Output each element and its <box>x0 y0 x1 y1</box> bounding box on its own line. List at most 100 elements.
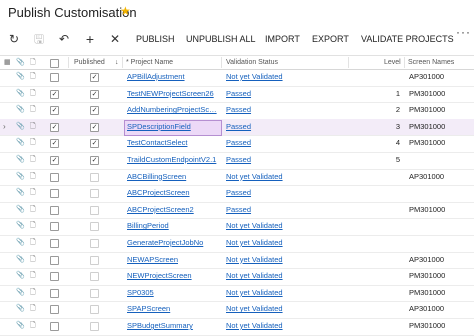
row-select-checkbox[interactable] <box>50 189 59 199</box>
attachment-icon[interactable]: 📎 <box>16 138 25 146</box>
table-row[interactable]: 📎 🗋 ✓ ✓ TestNEWProjectScreen26 Passed 1 PM30100… <box>0 86 474 104</box>
attachment-icon[interactable]: 📎 <box>16 271 25 279</box>
screen-names-column-header[interactable]: Screen Names <box>408 56 454 69</box>
attachment-icon[interactable]: 📎 <box>16 288 25 296</box>
row-select-checkbox[interactable]: ✓ <box>50 139 59 149</box>
project-name-link[interactable]: SPDescriptionField <box>127 119 219 135</box>
validation-status-link[interactable]: Passed <box>226 119 341 135</box>
project-name-link[interactable]: SPBudgetSummary <box>127 318 219 334</box>
level-column-header[interactable]: Level <box>384 56 401 69</box>
validation-status-link[interactable]: Not yet Validated <box>226 268 341 284</box>
validation-status-link[interactable]: Passed <box>226 202 341 218</box>
table-row[interactable]: 📎 🗋 ABCBillingScreen Not yet Validated AP301… <box>0 169 474 187</box>
table-row[interactable]: 📎 🗋 SPBudgetSummary Not yet Validated PM3010… <box>0 318 474 336</box>
table-row[interactable]: 📎 🗋 NEWAPScreen Not yet Validated AP301000 <box>0 252 474 270</box>
project-name-link[interactable]: NEWProjectScreen <box>127 268 219 284</box>
validation-status-link[interactable]: Passed <box>226 86 341 102</box>
notes-icon[interactable]: 🗋 <box>30 89 36 100</box>
validation-status-link[interactable]: Not yet Validated <box>226 252 341 268</box>
project-name-link[interactable]: ABCProjectScreen <box>127 185 219 201</box>
validation-status-link[interactable]: Passed <box>226 185 341 201</box>
row-select-checkbox[interactable] <box>50 288 59 298</box>
notes-icon[interactable]: 🗋 <box>30 105 36 116</box>
table-row[interactable]: 📎 🗋 ✓ ✓ AddNumberingProjectSc… Passed 2 PM30100… <box>0 102 474 120</box>
notes-icon[interactable]: 🗋 <box>30 188 36 199</box>
project-name-link[interactable]: SPAPScreen <box>127 301 219 317</box>
attachment-icon[interactable]: 📎 <box>16 238 25 246</box>
validation-status-link[interactable]: Passed <box>226 102 341 118</box>
validation-status-column-header[interactable]: Validation Status <box>226 56 278 69</box>
project-name-link[interactable]: NEWAPScreen <box>127 252 219 268</box>
table-row[interactable]: 📎 🗋 ABCProjectScreen Passed <box>0 185 474 203</box>
row-select-checkbox[interactable]: ✓ <box>50 106 59 116</box>
validate-projects-button[interactable]: VALIDATE PROJECTS <box>361 28 454 50</box>
attachment-icon[interactable]: 📎 <box>16 304 25 312</box>
publish-button[interactable]: PUBLISH <box>136 28 175 50</box>
more-menu-button[interactable]: ··· <box>456 25 471 39</box>
notes-icon[interactable]: 🗋 <box>30 172 36 183</box>
project-name-column-header[interactable]: * Project Name <box>126 56 173 69</box>
project-name-link[interactable]: TestNEWProjectScreen26 <box>127 86 219 102</box>
table-row[interactable]: 📎 🗋 SPAPScreen Not yet Validated AP301000 <box>0 301 474 319</box>
notes-icon[interactable]: 🗋 <box>30 271 36 282</box>
table-row[interactable]: › 📎 🗋 ✓ ✓ SPDescriptionField Passed 3 PM301000 <box>0 118 474 137</box>
table-row[interactable]: 📎 🗋 ✓ ✓ TraildCustomEndpointV2.1 Passed 5 <box>0 152 474 170</box>
notes-icon[interactable]: 🗋 <box>30 205 36 216</box>
row-select-checkbox[interactable] <box>50 239 59 248</box>
column-settings-icon[interactable]: ▦ <box>4 56 11 69</box>
validation-status-link[interactable]: Not yet Validated <box>226 69 341 85</box>
attachment-icon[interactable]: 📎 <box>16 321 25 329</box>
attachment-icon[interactable]: 📎 <box>16 205 25 213</box>
attachment-icon[interactable]: 📎 <box>16 122 25 130</box>
row-select-checkbox[interactable] <box>50 205 59 215</box>
project-name-link[interactable]: GenerateProjectJobNo <box>127 235 219 251</box>
favorite-star-icon[interactable]: ★ <box>120 4 131 18</box>
attachment-icon[interactable]: 📎 <box>16 89 25 97</box>
attachment-icon[interactable]: 📎 <box>16 155 25 163</box>
validation-status-link[interactable]: Not yet Validated <box>226 301 341 317</box>
row-select-checkbox[interactable]: ✓ <box>50 89 59 99</box>
undo-icon[interactable]: ↶ <box>54 28 74 50</box>
row-select-checkbox[interactable]: ✓ <box>50 156 59 165</box>
validation-status-link[interactable]: Passed <box>226 152 341 168</box>
notes-icon[interactable]: 🗋 <box>30 72 36 83</box>
delete-icon[interactable]: ✕ <box>105 28 125 50</box>
validation-status-link[interactable]: Not yet Validated <box>226 235 341 251</box>
table-row[interactable]: 📎 🗋 NEWProjectScreen Not yet Validated PM301… <box>0 268 474 286</box>
unpublish-all-button[interactable]: UNPUBLISH ALL <box>186 28 256 50</box>
notes-icon[interactable]: 🗋 <box>30 138 36 149</box>
project-name-link[interactable]: APBillAdjustment <box>127 69 219 85</box>
row-select-checkbox[interactable] <box>50 305 59 315</box>
table-row[interactable]: 📎 🗋 GenerateProjectJobNo Not yet Validated <box>0 235 474 253</box>
table-row[interactable]: 📎 🗋 ✓ APBillAdjustment Not yet Validated AP30… <box>0 69 474 87</box>
row-select-checkbox[interactable] <box>50 172 59 182</box>
sort-arrow-icon[interactable]: ↓ <box>115 56 119 69</box>
project-name-link[interactable]: SP0305 <box>127 285 219 301</box>
save-icon[interactable]: 🖫 <box>29 28 49 50</box>
table-row[interactable]: 📎 🗋 ABCProjectScreen2 Passed PM301000 <box>0 202 474 220</box>
validation-status-link[interactable]: Not yet Validated <box>226 218 341 234</box>
notes-icon[interactable]: 🗋 <box>30 288 36 299</box>
published-column-header[interactable]: Published <box>74 56 105 69</box>
row-select-checkbox[interactable] <box>50 255 59 265</box>
validation-status-link[interactable]: Not yet Validated <box>226 169 341 185</box>
notes-icon[interactable]: 🗋 <box>30 155 36 166</box>
row-select-checkbox[interactable] <box>50 73 59 82</box>
project-name-link[interactable]: ABCBillingScreen <box>127 169 219 185</box>
row-select-checkbox[interactable] <box>50 272 59 282</box>
notes-icon[interactable]: 🗋 <box>30 122 36 133</box>
table-row[interactable]: 📎 🗋 SP0305 Not yet Validated PM301000 <box>0 285 474 303</box>
select-all-checkbox[interactable] <box>50 59 59 68</box>
validation-status-link[interactable]: Passed <box>226 135 341 151</box>
project-name-link[interactable]: AddNumberingProjectSc… <box>127 102 219 118</box>
import-button[interactable]: IMPORT <box>265 28 300 50</box>
attachment-icon[interactable]: 📎 <box>16 72 25 80</box>
row-select-checkbox[interactable] <box>50 222 59 232</box>
notes-icon[interactable]: 🗋 <box>30 321 36 332</box>
project-name-link[interactable]: TestContactSelect <box>127 135 219 151</box>
refresh-icon[interactable]: ↻ <box>4 28 24 50</box>
table-row[interactable]: 📎 🗋 BillingPeriod Not yet Validated <box>0 218 474 236</box>
project-name-link[interactable]: TraildCustomEndpointV2.1 <box>127 152 219 168</box>
row-select-checkbox[interactable]: ✓ <box>50 122 59 132</box>
export-button[interactable]: EXPORT <box>312 28 349 50</box>
